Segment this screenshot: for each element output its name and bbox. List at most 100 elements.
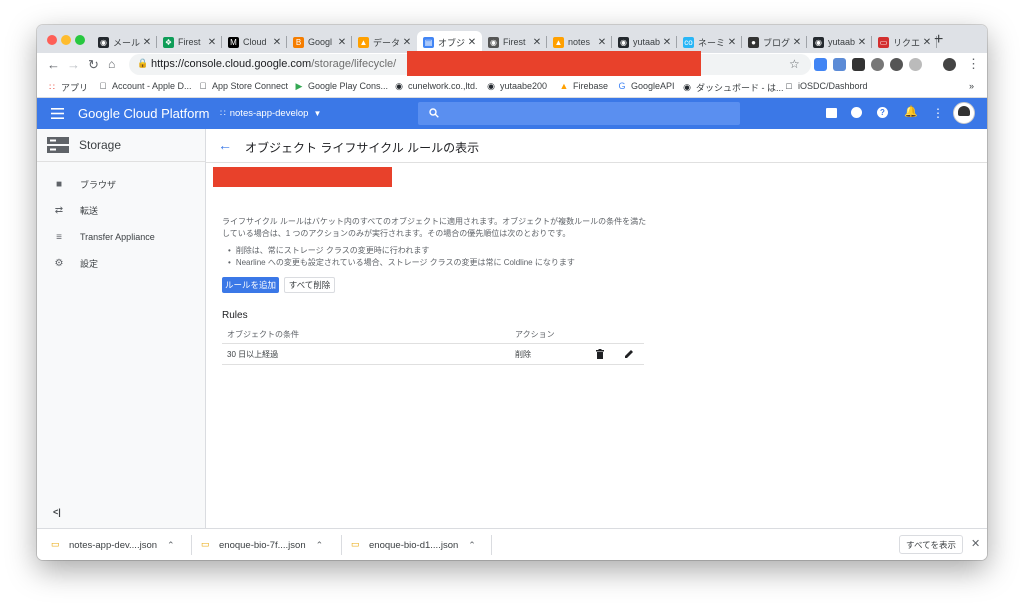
browser-tab[interactable]: ▲ notes ✕ <box>547 31 612 53</box>
bookmark-item[interactable]: ◉ cunelwork.co.,ltd. <box>394 81 477 92</box>
download-separator <box>491 535 492 555</box>
bookmarks-more-button[interactable]: » <box>969 81 974 91</box>
github-icon: ◉ <box>487 80 495 91</box>
browser-tab[interactable]: co ネーミ ✕ <box>677 31 742 53</box>
bookmark-item[interactable]: ◉ yutaabe200 <box>486 80 547 92</box>
close-tab-icon[interactable]: ✕ <box>466 37 478 48</box>
browser-tab[interactable]: ▭ リクエ ✕ <box>872 31 937 53</box>
close-tab-icon[interactable]: ✕ <box>661 37 673 48</box>
show-all-downloads-button[interactable]: すべてを表示 <box>899 535 963 554</box>
close-window-button[interactable] <box>47 35 57 45</box>
forward-icon[interactable]: → <box>67 57 80 72</box>
chevron-up-icon[interactable]: ⌃ <box>316 540 324 551</box>
bookmark-label: App Store Connect <box>212 81 289 91</box>
bookmark-item[interactable]: □ iOSDC/Dashbord <box>784 81 867 91</box>
sidebar-item[interactable]: ⇄ 転送 <box>37 200 205 220</box>
sidebar-item-label: 転送 <box>80 205 99 216</box>
close-tab-icon[interactable]: ✕ <box>336 37 348 48</box>
browser-tab[interactable]: ◉ Firest ✕ <box>482 31 547 53</box>
browser-menu-icon[interactable]: ⋮ <box>967 56 980 72</box>
bookmark-star-icon[interactable]: ☆ <box>789 57 800 71</box>
close-tab-icon[interactable]: ✕ <box>141 37 153 48</box>
tab-title: データ <box>373 37 401 48</box>
bookmark-item[interactable]: ◉ ダッシュボード - は... <box>682 81 783 94</box>
browser-tab[interactable]: ▤ オブジ ✕ <box>417 31 482 53</box>
hamburger-menu-icon[interactable] <box>51 108 64 119</box>
sidebar-item[interactable]: ⚙ 設定 <box>37 253 205 273</box>
new-tab-button[interactable]: + <box>934 31 943 49</box>
address-bar[interactable]: 🔒 https://console.cloud.google.com/stora… <box>129 51 811 76</box>
chevron-up-icon[interactable]: ⌃ <box>167 540 175 551</box>
close-tab-icon[interactable]: ✕ <box>791 37 803 48</box>
bookmark-item[interactable]:  App Store Connect <box>198 81 288 91</box>
add-rule-button[interactable]: ルールを追加 <box>222 277 279 293</box>
close-tab-icon[interactable]: ✕ <box>921 37 933 48</box>
gcp-title[interactable]: Google Cloud Platform <box>78 106 210 121</box>
back-icon[interactable]: ← <box>47 57 60 72</box>
project-name: notes-app-develop <box>229 108 309 119</box>
close-tab-icon[interactable]: ✕ <box>596 37 608 48</box>
collapse-sidebar-icon[interactable]: <| <box>53 507 61 517</box>
download-item[interactable]: ▭ enoque-bio-d1....json ⌃ <box>351 529 476 560</box>
browser-tab[interactable]: B Googl ✕ <box>287 31 352 53</box>
bookmark-item[interactable]: ∷ アプリ <box>47 81 88 94</box>
firebase-icon: ▲ <box>553 36 564 48</box>
browser-tab[interactable]: ● ブログ ✕ <box>742 31 807 53</box>
browser-tab[interactable]: ◉ メール ✕ <box>92 31 157 53</box>
close-tab-icon[interactable]: ✕ <box>856 37 868 48</box>
browser-tab[interactable]: ❖ Firest ✕ <box>157 31 222 53</box>
cloud-shell-icon[interactable] <box>826 108 837 118</box>
extension-gray-icon[interactable] <box>909 58 922 71</box>
help-icon[interactable]: ? <box>877 107 888 118</box>
feedback-icon[interactable] <box>851 107 862 118</box>
url-text: https://console.cloud.google.com/storage… <box>151 58 397 70</box>
close-tab-icon[interactable]: ✕ <box>271 37 283 48</box>
search-input[interactable] <box>418 102 740 125</box>
delete-all-button[interactable]: すべて削除 <box>284 277 335 293</box>
extension-check-icon[interactable] <box>871 58 884 71</box>
rules-table: オブジェクトの条件 アクション 30 日以上経過 削除 <box>222 326 644 365</box>
extension-docs-icon[interactable] <box>833 58 846 71</box>
bookmark-item[interactable]: ▶ Google Play Cons... <box>294 80 389 92</box>
browser-window: ◉ メール ✕ ❖ Firest ✕ M Cloud ✕ B Googl ✕ ▲ データ ✕ ▤ オブジ ✕ ◉ Fi… <box>37 25 987 560</box>
close-tab-icon[interactable]: ✕ <box>401 37 413 48</box>
extension-link-icon[interactable] <box>890 58 903 71</box>
edit-rule-icon[interactable] <box>624 349 634 359</box>
apps-grid-icon: ∷ <box>49 82 55 92</box>
close-tab-icon[interactable]: ✕ <box>531 37 543 48</box>
tab-title: Firest <box>178 37 201 47</box>
home-icon[interactable]: ⌂ <box>108 57 115 71</box>
download-item[interactable]: ▭ notes-app-dev....json ⌃ <box>51 529 175 560</box>
close-tab-icon[interactable]: ✕ <box>726 37 738 48</box>
bookmark-item[interactable]:  Account - Apple D... <box>98 81 192 91</box>
download-item[interactable]: ▭ enoque-bio-7f....json ⌃ <box>201 529 323 560</box>
google-play-icon: ▶ <box>295 80 303 91</box>
browser-tab[interactable]: ◉ yutaab ✕ <box>612 31 677 53</box>
minimize-window-button[interactable] <box>61 35 71 45</box>
reload-icon[interactable]: ↻ <box>88 57 99 73</box>
hatena-icon: ● <box>748 36 759 48</box>
extension-off-icon[interactable] <box>852 58 865 71</box>
browser-tab[interactable]: ◉ yutaab ✕ <box>807 31 872 53</box>
chevron-up-icon[interactable]: ⌃ <box>468 540 476 551</box>
bookmark-item[interactable]: ▲ Firebase <box>559 81 608 91</box>
page-header: ← オブジェクト ライフサイクル ルールの表示 <box>206 129 987 163</box>
more-options-icon[interactable]: ⋮ <box>932 106 944 120</box>
maximize-window-button[interactable] <box>75 35 85 45</box>
close-downloads-icon[interactable]: ✕ <box>971 537 980 550</box>
close-tab-icon[interactable]: ✕ <box>206 37 218 48</box>
profile-avatar-icon[interactable] <box>943 58 956 71</box>
browser-tab[interactable]: M Cloud ✕ <box>222 31 287 53</box>
extension-translate-icon[interactable] <box>814 58 827 71</box>
bookmark-item[interactable]: G GoogleAPI <box>617 81 674 91</box>
delete-rule-icon[interactable] <box>596 349 604 359</box>
sidebar-item[interactable]: ■ ブラウザ <box>37 174 205 194</box>
back-arrow-icon[interactable]: ← <box>218 137 232 153</box>
notifications-bell-icon[interactable]: 🔔 <box>904 105 918 118</box>
account-avatar[interactable] <box>953 102 975 124</box>
tab-title: yutaab <box>633 37 661 47</box>
browser-tab[interactable]: ▲ データ ✕ <box>352 31 417 53</box>
sidebar-item[interactable]: ≡ Transfer Appliance <box>37 227 205 247</box>
bucket-icon: ■ <box>55 178 63 190</box>
project-selector[interactable]: ∷ notes-app-develop ▼ <box>220 108 321 119</box>
